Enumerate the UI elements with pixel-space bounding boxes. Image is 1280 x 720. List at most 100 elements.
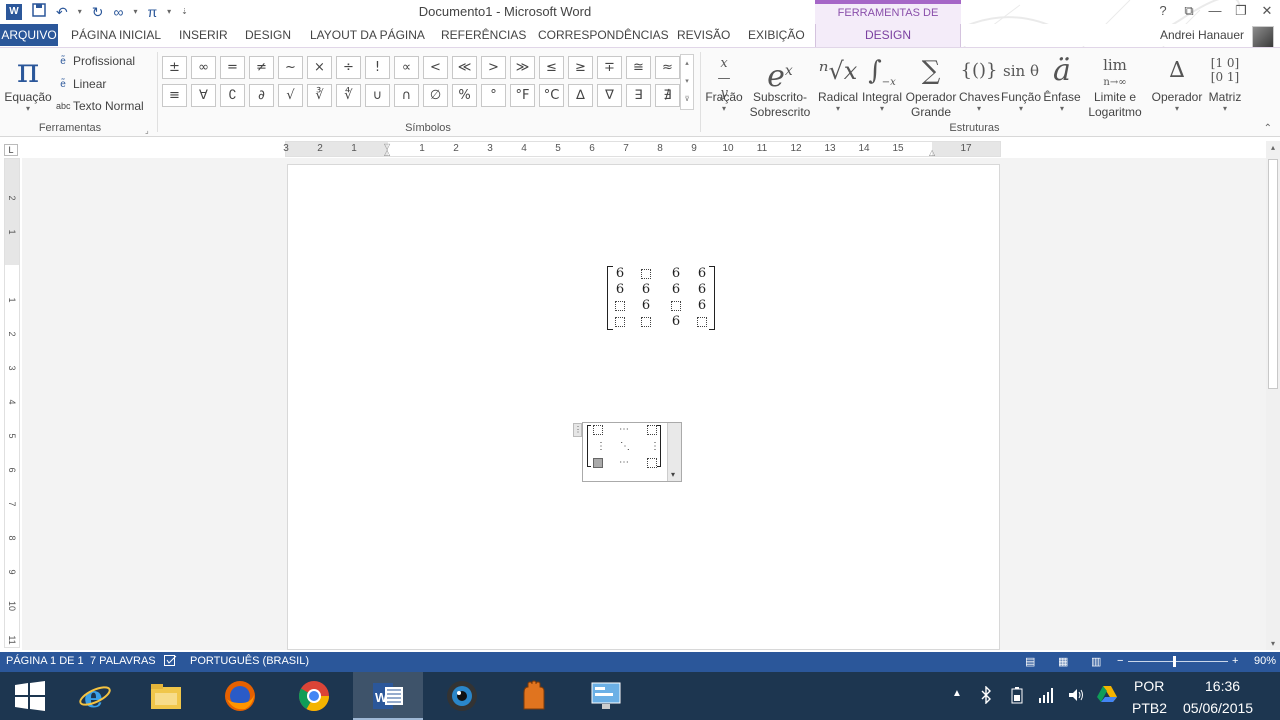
keyboard-layout[interactable]: PTB2 <box>1132 700 1167 716</box>
tab-page-layout[interactable]: LAYOUT DA PÁGINA <box>303 24 432 46</box>
start-button[interactable] <box>0 672 58 720</box>
linear-button[interactable]: e͂ Linear <box>56 77 106 91</box>
symbol-button[interactable]: ∃ <box>626 84 651 107</box>
symbol-button[interactable]: °F <box>510 84 535 107</box>
language-indicator[interactable]: PORTUGUÊS (BRASIL) <box>190 655 309 667</box>
matrix-entry[interactable]: 6 <box>639 283 653 297</box>
operator-button[interactable]: ∆ Operador ▾ <box>1150 52 1204 113</box>
matrix-entry[interactable]: 6 <box>669 283 683 297</box>
scroll-down-icon[interactable]: ▾ <box>1266 639 1280 648</box>
large-operator-button[interactable]: ∑ Operador Grande <box>904 52 958 120</box>
avatar[interactable] <box>1252 26 1274 48</box>
dialog-launcher-icon[interactable]: ⌟ <box>145 126 149 135</box>
radical-button[interactable]: ⁿ√x Radical ▾ <box>817 52 859 113</box>
matrix-entry[interactable]: 6 <box>695 283 709 297</box>
integral-button[interactable]: ∫−x Integral ▾ <box>860 52 904 113</box>
zoom-slider[interactable] <box>1128 661 1228 662</box>
more-icon[interactable]: ⊽ <box>681 91 693 109</box>
battery-icon[interactable] <box>1010 686 1024 707</box>
equation-placeholder-box[interactable]: ⋮ ⋯ ⋮ ⋱ ⋮ ⋯ ▾ <box>573 422 682 482</box>
network-signal-icon[interactable] <box>1038 686 1054 707</box>
matrix-placeholder[interactable] <box>641 269 651 279</box>
matrix-entry[interactable]: 6 <box>613 267 627 281</box>
symbol-button[interactable]: ∩ <box>394 84 419 107</box>
clock-time[interactable]: 16:36 <box>1205 678 1240 694</box>
google-drive-icon[interactable] <box>1097 685 1117 706</box>
tab-view[interactable]: EXIBIÇÃO <box>741 24 812 46</box>
input-language[interactable]: POR <box>1134 678 1164 694</box>
collapse-ribbon-icon[interactable]: ⌃ <box>1264 123 1272 134</box>
symbol-button[interactable]: ≠ <box>249 56 274 79</box>
symbol-button[interactable]: ∇ <box>597 84 622 107</box>
symbol-button[interactable]: = <box>220 56 245 79</box>
symbol-button[interactable]: ∀ <box>191 84 216 107</box>
symbol-button[interactable]: < <box>423 56 448 79</box>
matrix-equation[interactable]: 6666666666 <box>607 266 715 330</box>
symbol-button[interactable]: % <box>452 84 477 107</box>
matrix-entry[interactable]: 6 <box>613 283 627 297</box>
tab-design[interactable]: DESIGN <box>238 24 298 46</box>
zoom-out-icon[interactable]: − <box>1117 655 1123 667</box>
symbol-button[interactable]: ÷ <box>336 56 361 79</box>
tab-home[interactable]: PÁGINA INICIAL <box>64 24 168 46</box>
equation-drag-handle[interactable]: ⋮ <box>573 423 582 437</box>
symbol-button[interactable]: ≫ <box>510 56 535 79</box>
matrix-entry[interactable]: 6 <box>669 315 683 329</box>
symbol-button[interactable]: ∄ <box>655 84 680 107</box>
equation-options-button[interactable]: ▾ <box>667 423 681 481</box>
taskbar-file-explorer[interactable] <box>131 672 201 720</box>
symbol-button[interactable]: ≡ <box>162 84 187 107</box>
matrix-placeholder[interactable] <box>615 301 625 311</box>
matrix-entry[interactable]: 6 <box>695 267 709 281</box>
user-name[interactable]: Andrei Hanauer <box>1160 28 1244 42</box>
symbol-button[interactable]: ∁ <box>220 84 245 107</box>
minimize-button[interactable]: — <box>1202 0 1228 24</box>
tab-selector[interactable]: L <box>4 144 18 156</box>
scroll-up-icon[interactable]: ▴ <box>681 55 693 73</box>
scroll-up-icon[interactable]: ▴ <box>1266 143 1280 152</box>
horizontal-ruler[interactable]: ▽ △ △ 3 2 1 1 2 3 4 5 6 7 8 9 10 11 12 13 14 15 17 <box>283 141 1001 157</box>
right-indent-icon[interactable]: △ <box>929 148 935 157</box>
zoom-level[interactable]: 90% <box>1254 655 1276 667</box>
clock-date[interactable]: 05/06/2015 <box>1183 700 1253 716</box>
symbol-button[interactable]: ≅ <box>626 56 651 79</box>
matrix-entry[interactable]: 6 <box>669 267 683 281</box>
symbol-button[interactable]: ± <box>162 56 187 79</box>
symbol-button[interactable]: ° <box>481 84 506 107</box>
symbol-button[interactable]: ∝ <box>394 56 419 79</box>
symbol-button[interactable]: √ <box>278 84 303 107</box>
matrix-entry[interactable]: 6 <box>695 299 709 313</box>
matrix-button[interactable]: [1 0] [0 1] Matriz ▾ <box>1205 52 1245 113</box>
symbol-button[interactable]: ≪ <box>452 56 477 79</box>
read-mode-icon[interactable]: ▤ <box>1025 655 1035 668</box>
tab-equation-design[interactable]: DESIGN <box>815 24 961 48</box>
script-button[interactable]: ex Subscrito-Sobrescrito <box>745 52 815 120</box>
taskbar-word[interactable]: W <box>353 672 423 720</box>
symbol-button[interactable]: ∂ <box>249 84 274 107</box>
tab-insert[interactable]: INSERIR <box>172 24 235 46</box>
taskbar-firefox[interactable] <box>205 672 275 720</box>
symbol-button[interactable]: ∆ <box>568 84 593 107</box>
scroll-thumb[interactable] <box>1268 159 1278 389</box>
tab-review[interactable]: REVISÃO <box>670 24 737 46</box>
volume-icon[interactable] <box>1067 686 1085 707</box>
symbols-gallery-scroll[interactable]: ▴ ▾ ⊽ <box>680 54 694 110</box>
symbol-button[interactable]: ∜ <box>336 84 361 107</box>
function-button[interactable]: sin θ Função ▾ <box>1000 52 1042 113</box>
symbol-button[interactable]: ~ <box>278 56 303 79</box>
equation-button[interactable]: π Equação ▾ <box>4 52 52 113</box>
close-button[interactable]: ✕ <box>1254 0 1280 24</box>
matrix-placeholder[interactable] <box>671 301 681 311</box>
matrix-placeholder[interactable] <box>647 458 657 468</box>
bluetooth-icon[interactable] <box>980 685 992 707</box>
document-page[interactable] <box>287 164 1000 650</box>
symbol-button[interactable]: ∛ <box>307 84 332 107</box>
taskbar-remote-desktop[interactable] <box>571 672 641 720</box>
zoom-in-icon[interactable]: + <box>1232 655 1238 667</box>
show-hidden-icons[interactable]: ▲ <box>952 688 962 699</box>
symbol-button[interactable]: ≤ <box>539 56 564 79</box>
word-count[interactable]: 7 PALAVRAS <box>90 655 156 667</box>
matrix-placeholder[interactable] <box>615 317 625 327</box>
fraction-button[interactable]: x — y Fração ▾ <box>703 52 745 113</box>
vertical-ruler[interactable]: 2 1 1 2 3 4 5 6 7 8 9 10 11 <box>4 158 20 648</box>
